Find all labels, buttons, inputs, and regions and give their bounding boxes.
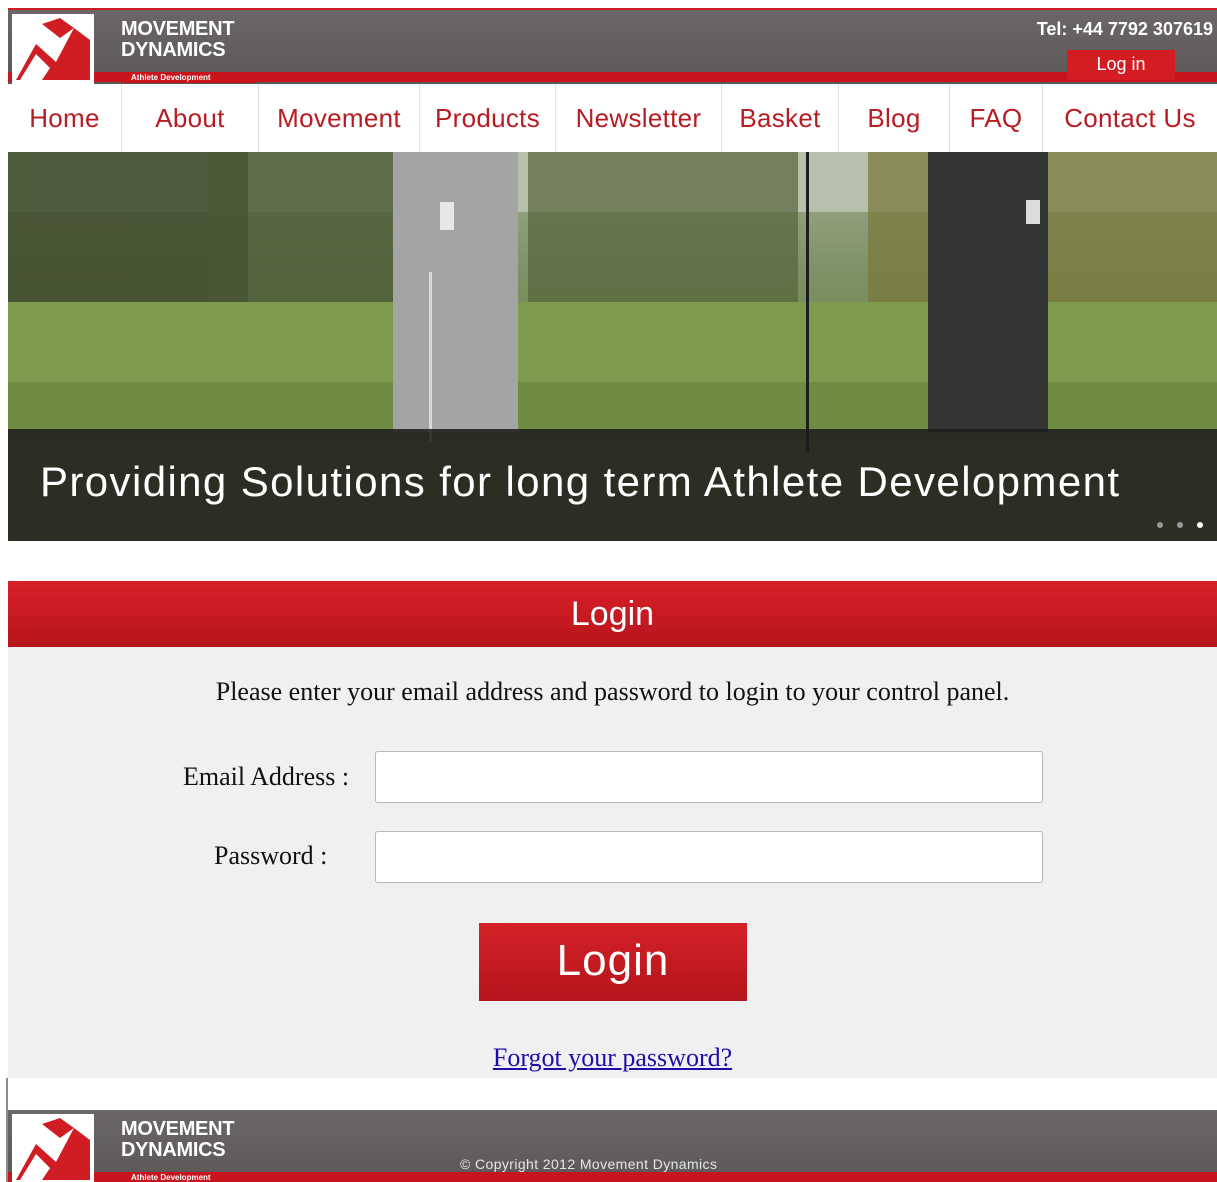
footer-brand-line-1: MOVEMENT bbox=[121, 1118, 235, 1140]
slide-dot-icon[interactable] bbox=[1177, 522, 1183, 528]
copyright-text: © Copyright 2012 Movement Dynamics bbox=[460, 1156, 718, 1172]
nav-item-basket[interactable]: Basket bbox=[722, 84, 839, 152]
email-field[interactable] bbox=[375, 751, 1043, 803]
nav-item-products[interactable]: Products bbox=[420, 84, 556, 152]
slide-dot-icon[interactable] bbox=[1197, 522, 1203, 528]
footer-brand-tagline: Athlete Development bbox=[121, 1173, 256, 1182]
logo-mark-icon[interactable] bbox=[12, 14, 94, 84]
email-label: Email Address : bbox=[183, 762, 350, 791]
site-header: MOVEMENT DYNAMICS Athlete Development Te… bbox=[8, 8, 1217, 84]
header-login-button[interactable]: Log in bbox=[1067, 50, 1175, 80]
nav-item-faq[interactable]: FAQ bbox=[950, 84, 1043, 152]
logo-mark-icon[interactable] bbox=[12, 1114, 94, 1182]
login-heading: Login bbox=[8, 581, 1217, 647]
hero-slideshow[interactable]: Providing Solutions for long term Athlet… bbox=[8, 152, 1217, 541]
site-footer: MOVEMENT DYNAMICS Athlete Development © … bbox=[8, 1110, 1217, 1182]
main-nav: Home About Movement Products Newsletter … bbox=[8, 84, 1217, 152]
nav-item-about[interactable]: About bbox=[122, 84, 259, 152]
login-panel: Login Please enter your email address an… bbox=[8, 581, 1217, 1078]
slide-dot-icon[interactable] bbox=[1157, 522, 1163, 528]
forgot-password-link[interactable]: Forgot your password? bbox=[8, 1043, 1217, 1073]
footer-brand-name: MOVEMENT DYNAMICS bbox=[121, 1119, 234, 1161]
hero-caption-text: Providing Solutions for long term Athlet… bbox=[40, 458, 1121, 505]
nav-item-blog[interactable]: Blog bbox=[839, 84, 950, 152]
slide-indicators bbox=[1157, 522, 1203, 528]
brand-line-1: MOVEMENT bbox=[121, 18, 235, 40]
login-instructions: Please enter your email address and pass… bbox=[215, 677, 1010, 706]
footer-brand-line-2: DYNAMICS bbox=[121, 1139, 226, 1161]
brand-tagline: Athlete Development bbox=[121, 73, 256, 83]
phone-number: Tel: +44 7792 307619 bbox=[1036, 19, 1213, 39]
brand-line-2: DYNAMICS bbox=[121, 39, 226, 61]
nav-item-contact-us[interactable]: Contact Us bbox=[1043, 84, 1217, 152]
password-label: Password : bbox=[214, 841, 328, 870]
nav-item-home[interactable]: Home bbox=[8, 84, 122, 152]
nav-item-newsletter[interactable]: Newsletter bbox=[556, 84, 722, 152]
password-field[interactable] bbox=[375, 831, 1043, 883]
login-submit-button[interactable]: Login bbox=[479, 923, 747, 1001]
brand-name[interactable]: MOVEMENT DYNAMICS bbox=[121, 19, 234, 61]
nav-item-movement[interactable]: Movement bbox=[259, 84, 420, 152]
